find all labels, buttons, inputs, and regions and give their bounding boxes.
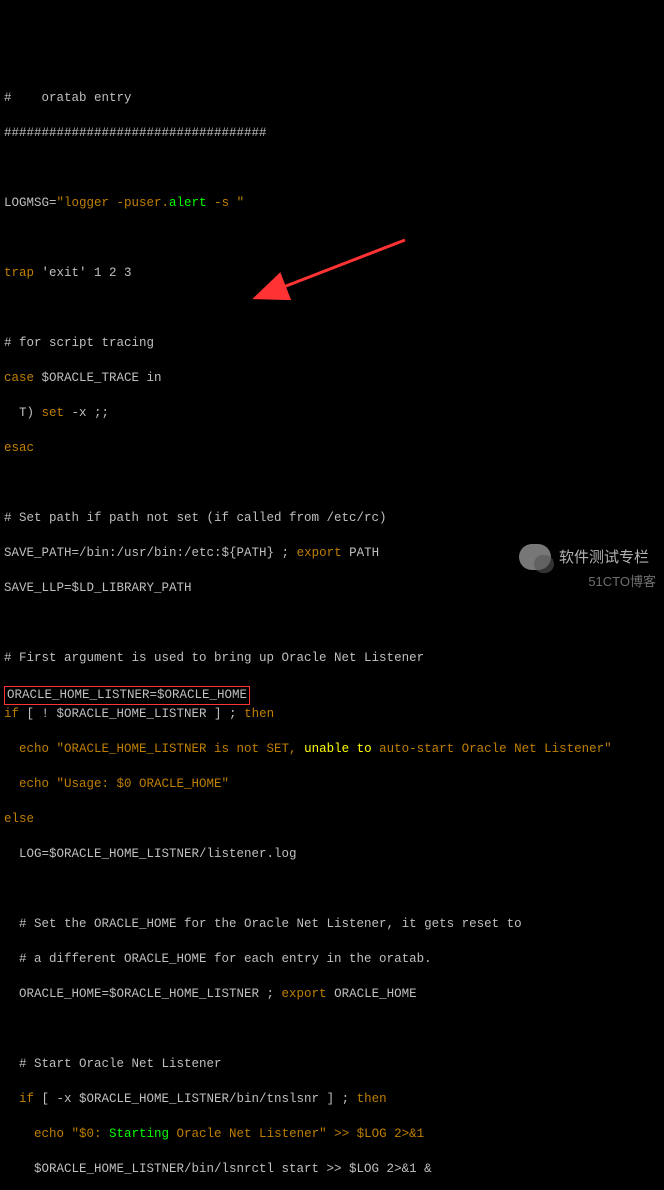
watermark: 软件测试专栏 — [519, 544, 649, 570]
code-line: echo "Usage: $0 ORACLE_HOME" — [4, 776, 660, 794]
code-line: ################################### — [4, 125, 660, 143]
code-line — [4, 615, 660, 633]
code-line: echo "ORACLE_HOME_LISTNER is not SET, un… — [4, 741, 660, 759]
watermark-text: 软件测试专栏 — [559, 547, 649, 568]
code-line: $ORACLE_HOME_LISTNER/bin/lsnrctl start >… — [4, 1161, 660, 1179]
code-line — [4, 230, 660, 248]
code-line: # Set path if path not set (if called fr… — [4, 510, 660, 528]
code-line — [4, 881, 660, 899]
blog-watermark: 51CTO博客 — [588, 573, 656, 591]
terminal-content[interactable]: # oratab entry #########################… — [4, 72, 660, 1190]
code-line: else — [4, 811, 660, 829]
code-line — [4, 160, 660, 178]
code-line: echo "$0: Starting Oracle Net Listener" … — [4, 1126, 660, 1144]
code-line: T) set -x ;; — [4, 405, 660, 423]
highlighted-line: ORACLE_HOME_LISTNER=$ORACLE_HOME — [4, 686, 250, 706]
code-line: if [ -x $ORACLE_HOME_LISTNER/bin/tnslsnr… — [4, 1091, 660, 1109]
code-line: # oratab entry — [4, 90, 660, 108]
code-line — [4, 300, 660, 318]
code-line: LOG=$ORACLE_HOME_LISTNER/listener.log — [4, 846, 660, 864]
code-line — [4, 1021, 660, 1039]
code-line: ORACLE_HOME=$ORACLE_HOME_LISTNER ; expor… — [4, 986, 660, 1004]
code-line: # First argument is used to bring up Ora… — [4, 650, 660, 668]
code-line: SAVE_LLP=$LD_LIBRARY_PATH — [4, 580, 660, 598]
code-line: # Start Oracle Net Listener — [4, 1056, 660, 1074]
code-line: LOGMSG="logger -puser.alert -s " — [4, 195, 660, 213]
wechat-icon — [519, 544, 551, 570]
code-line: # a different ORACLE_HOME for each entry… — [4, 951, 660, 969]
code-line: # Set the ORACLE_HOME for the Oracle Net… — [4, 916, 660, 934]
code-line: case $ORACLE_TRACE in — [4, 370, 660, 388]
code-line: # for script tracing — [4, 335, 660, 353]
code-line: trap 'exit' 1 2 3 — [4, 265, 660, 283]
code-line: if [ ! $ORACLE_HOME_LISTNER ] ; then — [4, 706, 660, 724]
code-line: esac — [4, 440, 660, 458]
code-line — [4, 475, 660, 493]
